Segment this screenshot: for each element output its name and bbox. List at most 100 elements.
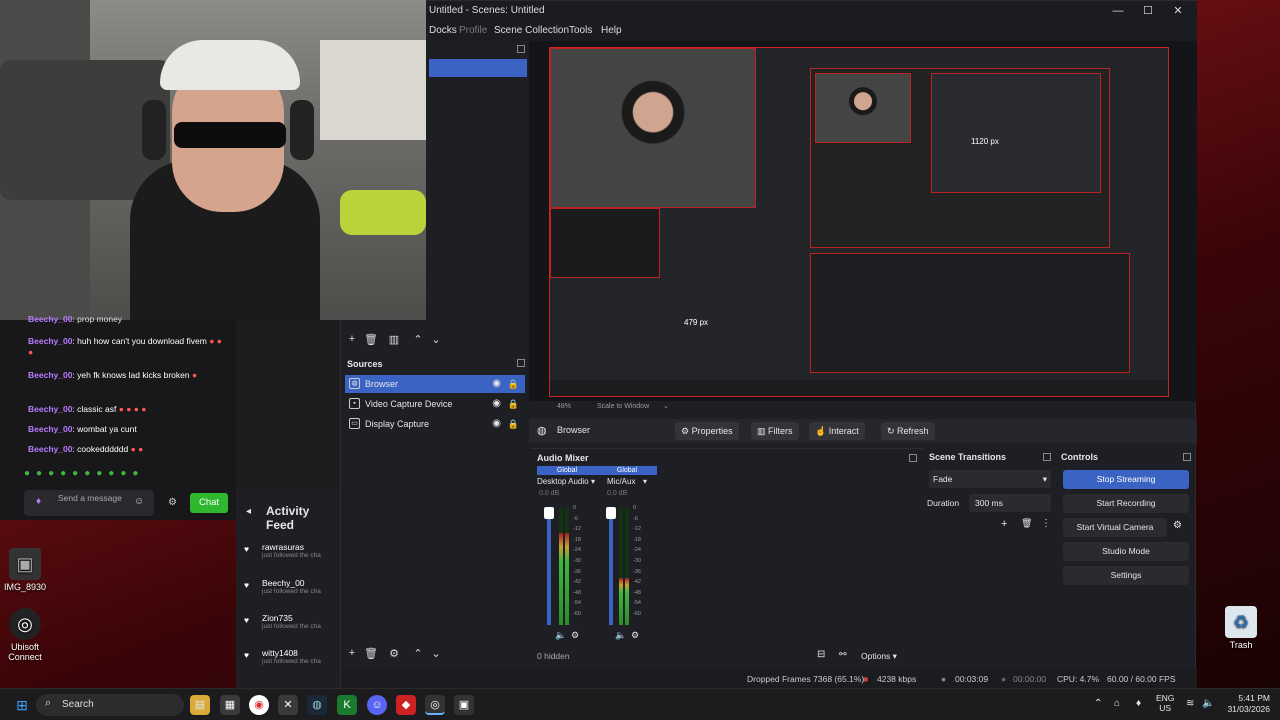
chat-user[interactable]: Beechy_00: [28, 336, 72, 346]
source-video-capture[interactable]: ▪ Video Capture Device ◉ 🔒: [345, 395, 525, 413]
studio-mode-button[interactable]: Studio Mode: [1063, 542, 1189, 561]
language-indicator[interactable]: ENG US: [1156, 693, 1174, 713]
clock[interactable]: 5:41 PM 31/03/2026: [1218, 693, 1270, 715]
volume-slider-handle[interactable]: [544, 507, 554, 519]
trash-icon[interactable]: 🗑: [364, 333, 378, 346]
obs-icon[interactable]: ◎: [425, 695, 445, 715]
gear-icon[interactable]: ⚙: [387, 647, 401, 660]
source-display-capture[interactable]: ▭ Display Capture ◉ 🔒: [345, 415, 525, 433]
start-virtual-camera-button[interactable]: Start Virtual Camera: [1063, 518, 1167, 537]
eye-icon[interactable]: ◉: [492, 395, 501, 413]
terminal-icon[interactable]: ▣: [454, 695, 474, 715]
dock-float-icon[interactable]: [1043, 453, 1051, 461]
source-browser[interactable]: ◍ Browser ◉ 🔒: [345, 375, 525, 393]
speaker-icon[interactable]: 🔈: [555, 630, 566, 641]
stop-streaming-button[interactable]: Stop Streaming: [1063, 470, 1189, 489]
volume-slider-track[interactable]: [609, 507, 613, 625]
layout-icon[interactable]: ⊟: [817, 649, 825, 660]
channel-name-mic-aux[interactable]: Mic/Aux: [607, 477, 635, 486]
chat-user[interactable]: Beechy_00: [28, 370, 72, 380]
network-icon[interactable]: ⌂: [1114, 698, 1120, 709]
eye-icon[interactable]: ◉: [492, 375, 501, 393]
dock-float-icon[interactable]: [1183, 453, 1191, 461]
emoji-icon[interactable]: ☺: [134, 496, 144, 507]
wifi-icon[interactable]: ≋: [1186, 698, 1194, 709]
lock-icon[interactable]: 🔒: [508, 375, 519, 393]
mic-icon[interactable]: ♦: [1136, 698, 1141, 709]
channel-name-desktop-audio[interactable]: Desktop Audio: [537, 477, 589, 486]
speaker-icon[interactable]: 🔈: [615, 630, 626, 641]
transition-select[interactable]: Fade ▾: [929, 470, 1051, 488]
add-icon[interactable]: +: [1001, 518, 1007, 530]
volume-slider-handle[interactable]: [606, 507, 616, 519]
chat-input[interactable]: ♦ Send a message ☺: [24, 490, 154, 516]
more-icon[interactable]: ⋮: [1041, 518, 1051, 529]
menu-profile[interactable]: Profile: [459, 21, 487, 41]
lock-icon[interactable]: 🔒: [508, 415, 519, 433]
chevron-up-icon[interactable]: ⌃: [411, 333, 425, 346]
refresh-button[interactable]: ↻ Refresh: [881, 422, 935, 440]
chat-user[interactable]: Beechy_00: [28, 444, 72, 454]
minimize-icon[interactable]: —: [1103, 1, 1133, 21]
chevron-down-icon[interactable]: ⌄: [429, 647, 443, 660]
emote-bar[interactable]: ●●●●●●●●●●: [24, 468, 210, 482]
desktop-icon-trash[interactable]: ♻ Trash: [1211, 606, 1271, 650]
maximize-icon[interactable]: ☐: [1133, 1, 1163, 21]
filter-icon[interactable]: ▥: [387, 333, 401, 346]
menu-scene-collection[interactable]: Scene Collection: [494, 21, 569, 41]
chevron-left-icon[interactable]: ◂: [246, 506, 251, 517]
gear-icon[interactable]: ⚙: [168, 497, 177, 508]
gear-icon[interactable]: ⚙: [1173, 520, 1182, 531]
add-source-icon[interactable]: +: [345, 647, 359, 659]
gear-icon[interactable]: ⚙: [631, 630, 639, 641]
interact-button[interactable]: ☝ Interact: [809, 422, 865, 440]
chrome-icon[interactable]: ◉: [249, 695, 269, 715]
menu-docks[interactable]: Docks: [429, 21, 457, 41]
chevron-up-icon[interactable]: ⌃: [411, 647, 425, 660]
add-scene-icon[interactable]: +: [345, 333, 359, 345]
scene-item-selected[interactable]: [429, 59, 527, 77]
dock-float-icon[interactable]: [517, 45, 525, 53]
xbox-icon[interactable]: ✕: [278, 695, 298, 715]
desktop-icon-ubisoft[interactable]: ◎ Ubisoft Connect: [0, 608, 55, 662]
options-button[interactable]: Options ▾: [861, 651, 897, 662]
eye-icon[interactable]: ◉: [492, 415, 501, 433]
chevron-up-icon[interactable]: ⌃: [1094, 698, 1102, 709]
trash-icon[interactable]: 🗑: [1021, 518, 1032, 529]
zoom-level[interactable]: 48%: [557, 399, 571, 415]
dock-float-icon[interactable]: [909, 454, 917, 462]
properties-button[interactable]: ⚙ Properties: [675, 422, 739, 440]
chevron-down-icon[interactable]: ⌄: [429, 333, 443, 346]
dock-float-icon[interactable]: [517, 359, 525, 367]
scale-mode[interactable]: Scale to Window: [597, 399, 649, 415]
volume-slider-track[interactable]: [547, 507, 551, 625]
windows-start-icon[interactable]: ⊞: [12, 695, 32, 715]
chat-user[interactable]: Beechy_00: [28, 424, 72, 434]
taskbar-search[interactable]: ⌕ Search: [36, 694, 184, 716]
mic-icon[interactable]: ♦: [36, 496, 41, 507]
link-icon[interactable]: ⚯: [839, 649, 847, 660]
chevron-down-icon[interactable]: ▾: [643, 477, 647, 486]
file-explorer-icon[interactable]: ▤: [190, 695, 210, 715]
app-icon[interactable]: ◆: [396, 695, 416, 715]
kick-icon[interactable]: K: [337, 695, 357, 715]
duration-input[interactable]: 300 ms: [969, 494, 1051, 512]
store-icon[interactable]: ▦: [220, 695, 240, 715]
volume-icon[interactable]: 🔈: [1202, 698, 1214, 709]
settings-button[interactable]: Settings: [1063, 566, 1189, 585]
steam-icon[interactable]: ◍: [307, 695, 327, 715]
gear-icon[interactable]: ⚙: [571, 630, 579, 641]
discord-icon[interactable]: ☺: [367, 695, 387, 715]
chat-user[interactable]: Beechy_00: [28, 404, 72, 414]
lock-icon[interactable]: 🔒: [508, 395, 519, 413]
desktop-icon-image[interactable]: ▣ IMG_8930: [0, 548, 55, 592]
close-icon[interactable]: ✕: [1163, 1, 1193, 21]
filters-button[interactable]: ▥ Filters: [751, 422, 799, 440]
chevron-down-icon[interactable]: ▾: [591, 477, 595, 486]
chat-send-button[interactable]: Chat: [190, 493, 228, 513]
program-preview[interactable]: 1120 px 479 px: [549, 47, 1169, 397]
menu-tools[interactable]: Tools: [569, 21, 592, 41]
trash-icon[interactable]: 🗑: [364, 647, 378, 660]
chevron-down-icon[interactable]: ⌄: [663, 399, 669, 415]
start-recording-button[interactable]: Start Recording: [1063, 494, 1189, 513]
